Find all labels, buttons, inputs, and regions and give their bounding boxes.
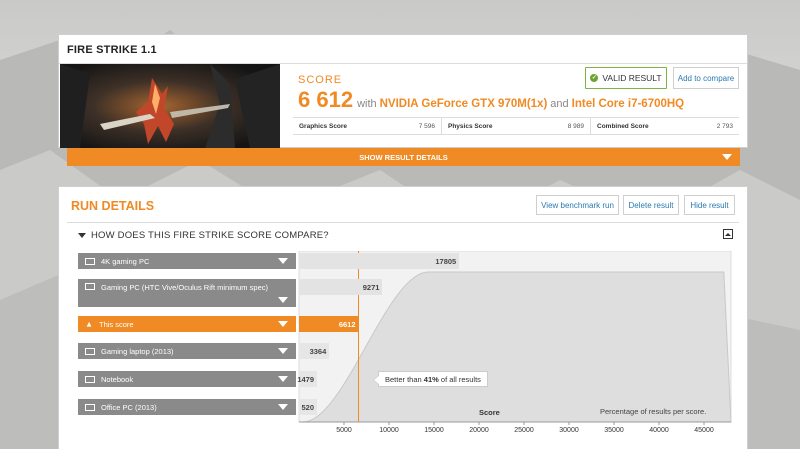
x-tick-label: 15000: [424, 427, 444, 434]
subscore-label: Combined Score: [597, 122, 649, 130]
result-card: FIRE STRIKE 1.1 SCORE 6 612 with NVIDIA Ge…: [58, 34, 748, 148]
x-tick-label: 30000: [559, 427, 579, 434]
hide-result-button[interactable]: Hide result: [684, 195, 735, 215]
x-tick-label: 45000: [694, 427, 714, 434]
comparison-row-label: Gaming laptop (2013): [101, 346, 174, 356]
x-tick-label: 40000: [649, 427, 669, 434]
laptop-icon: [85, 375, 95, 383]
and-text: and: [550, 98, 569, 110]
comparison-row-label: Gaming PC (HTC Vive/Oculus Rift minimum …: [101, 283, 268, 292]
subscore-label: Graphics Score: [299, 122, 348, 130]
x-tick-label: 25000: [514, 427, 534, 434]
monitor-icon: [85, 257, 95, 265]
score-value: 6 612: [298, 87, 354, 112]
subscore-value: 2 793: [716, 122, 733, 130]
x-axis-label: Score: [479, 408, 500, 417]
score-label: SCORE: [298, 74, 343, 86]
monitor-icon: [85, 403, 95, 411]
comparison-row-1[interactable]: Gaming PC (HTC Vive/Oculus Rift minimum …: [78, 279, 296, 307]
run-details-title: RUN DETAILS: [71, 199, 155, 213]
subscore-label: Physics Score: [448, 122, 493, 130]
comparison-row-3[interactable]: Gaming laptop (2013): [78, 343, 296, 359]
monitor-icon: [85, 283, 95, 290]
chevron-down-icon: [278, 258, 288, 264]
combined-score: Combined Score 2 793: [591, 118, 739, 134]
comparison-value-bar-0: 17805: [299, 253, 460, 269]
graphics-score: Graphics Score 7 596: [293, 118, 442, 134]
trophy-icon: ▼: [85, 320, 93, 329]
subscores-row: Graphics Score 7 596 Physics Score 8 989…: [293, 117, 739, 135]
result-card-title: FIRE STRIKE 1.1: [67, 44, 157, 56]
comparison-row-label: This score: [99, 319, 134, 329]
x-tick-label: 10000: [379, 427, 399, 434]
cpu-link[interactable]: Intel Core i7-6700HQ: [572, 98, 684, 110]
laptop-icon: [85, 347, 95, 355]
valid-result-badge[interactable]: ✓ VALID RESULT: [585, 67, 667, 89]
chevron-down-icon: [278, 321, 288, 327]
y-axis-label: Percentage of results per score.: [600, 407, 707, 416]
comparison-row-5[interactable]: Office PC (2013): [78, 399, 296, 415]
compare-section-toggle[interactable]: HOW DOES THIS FIRE STRIKE SCORE COMPARE?: [78, 230, 329, 241]
chevron-down-icon: [78, 233, 86, 238]
gpu-link[interactable]: NVIDIA GeForce GTX 970M(1x): [380, 98, 548, 110]
subscore-value: 7 596: [418, 122, 435, 130]
comparison-row-label: 4K gaming PC: [101, 256, 150, 266]
collapse-button[interactable]: [723, 229, 733, 239]
compare-title: HOW DOES THIS FIRE STRIKE SCORE COMPARE?: [91, 230, 329, 241]
comparison-row-4[interactable]: Notebook: [78, 371, 296, 387]
tooltip-arrow-fill: [374, 375, 380, 385]
with-text: with: [357, 98, 377, 110]
comparison-row-2[interactable]: ▼ This score: [78, 316, 296, 332]
comparison-value-bar-5: 520: [299, 399, 317, 415]
physics-score: Physics Score 8 989: [442, 118, 591, 134]
x-tick-label: 5000: [336, 427, 352, 434]
score-comparison-chart: 4K gaming PC 17805 Gaming PC (HTC Vive/Ocu…: [75, 251, 735, 439]
subscore-value: 8 989: [567, 122, 584, 130]
show-result-details-label: SHOW RESULT DETAILS: [359, 152, 448, 162]
delete-result-button[interactable]: Delete result: [623, 195, 679, 215]
chevron-down-icon: [278, 297, 288, 303]
add-to-compare-button[interactable]: Add to compare: [673, 67, 739, 89]
chevron-down-icon: [278, 376, 288, 382]
chevron-up-icon: [725, 232, 731, 236]
tooltip-percent: 41%: [423, 374, 439, 384]
comparison-value-bar-2: 6612: [299, 316, 359, 332]
x-tick-label: 20000: [469, 427, 489, 434]
comparison-value-bar-3: 3364: [299, 343, 330, 359]
comparison-row-0[interactable]: 4K gaming PC: [78, 253, 296, 269]
check-icon: ✓: [590, 74, 599, 82]
divider: [67, 222, 739, 223]
x-tick-label: 35000: [604, 427, 624, 434]
view-benchmark-run-button[interactable]: View benchmark run: [536, 195, 619, 215]
tooltip-prefix: Better than: [385, 374, 422, 384]
percentile-tooltip: Better than 41% of all results: [373, 371, 488, 387]
valid-result-label: VALID RESULT: [602, 73, 662, 83]
comparison-value-bar-1: 9271: [299, 279, 383, 295]
comparison-value-bar-4: 1479: [297, 371, 317, 387]
chevron-down-icon: [278, 404, 288, 410]
benchmark-hero-image: [60, 64, 280, 148]
tooltip-suffix: of all results: [440, 374, 481, 384]
show-result-details-button[interactable]: SHOW RESULT DETAILS: [67, 148, 740, 166]
chevron-down-icon: [722, 154, 732, 160]
comparison-row-label: Office PC (2013): [101, 402, 157, 412]
comparison-row-label: Notebook: [101, 374, 134, 384]
chevron-down-icon: [278, 348, 288, 354]
score-line: 6 612 with NVIDIA GeForce GTX 970M(1x) and I…: [298, 87, 684, 113]
run-details-card: RUN DETAILS View benchmark run Delete re…: [58, 186, 748, 449]
